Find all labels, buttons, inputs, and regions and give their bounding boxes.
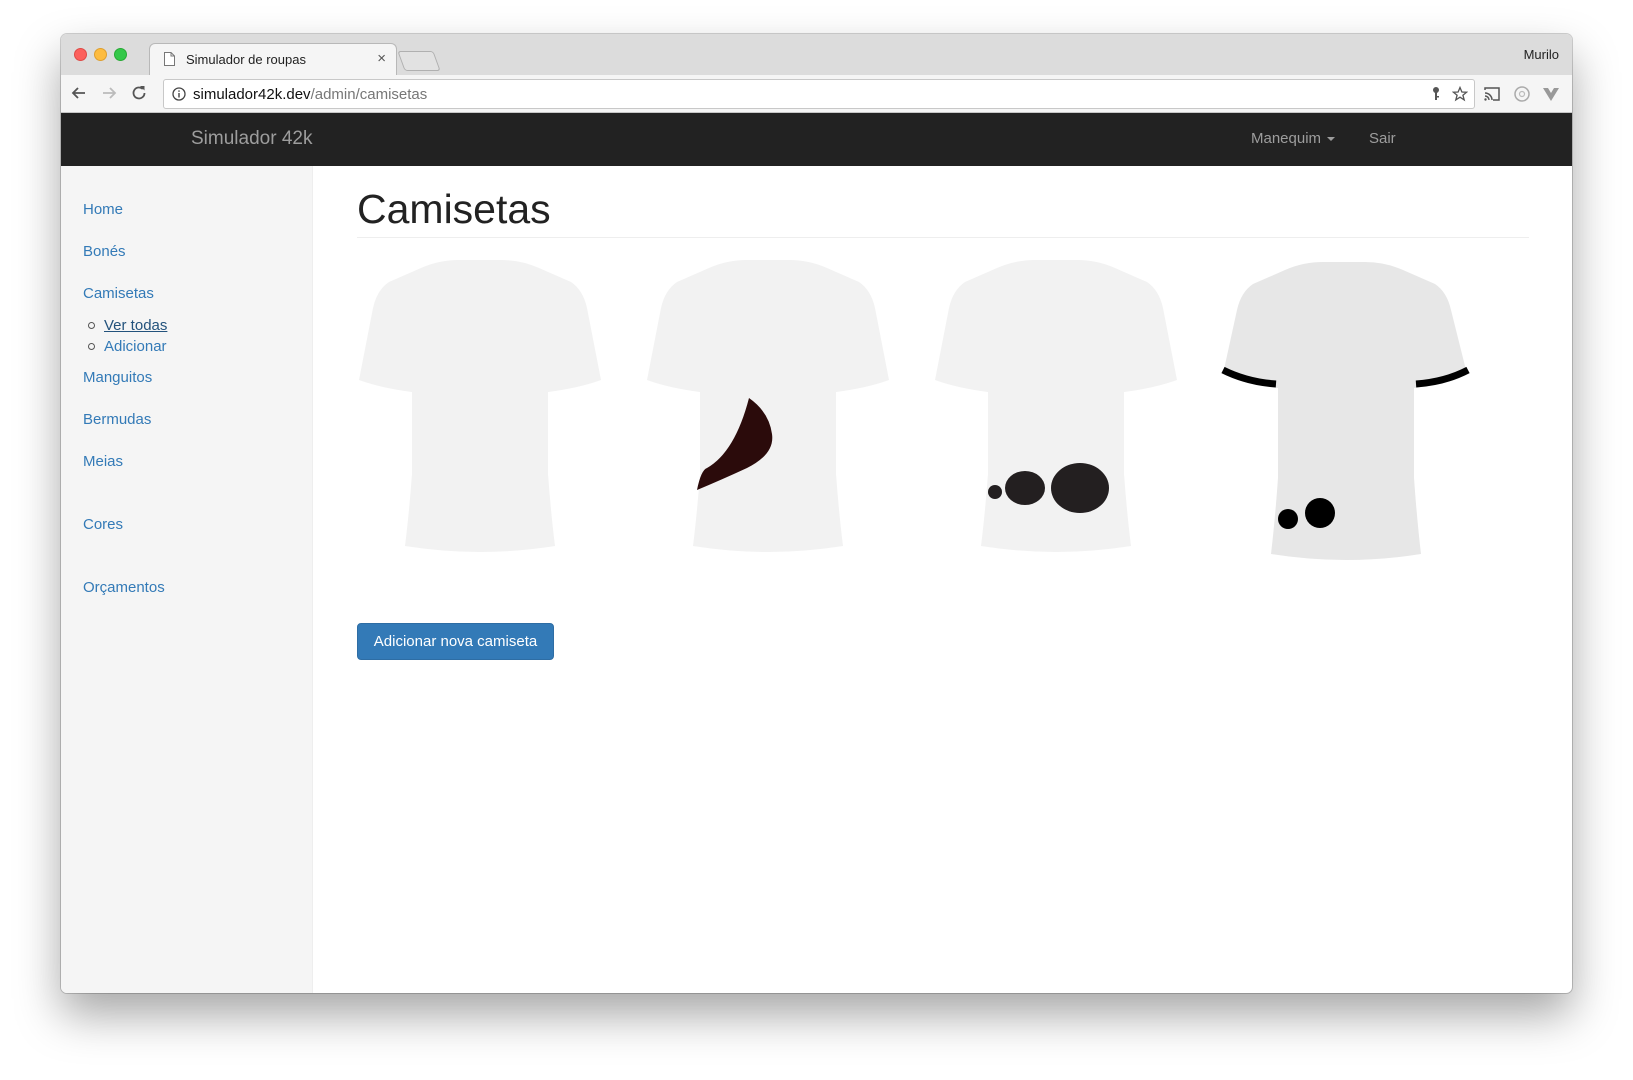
reload-icon[interactable] xyxy=(129,83,149,103)
minimize-window-button[interactable] xyxy=(94,48,107,61)
manequim-dropdown[interactable]: Manequim xyxy=(1251,130,1336,147)
dot-small xyxy=(1278,509,1298,529)
sidebar: Home Bonés Camisetas Ver todas Adicionar… xyxy=(61,166,313,993)
url-host: simulador42k.dev xyxy=(193,86,311,103)
sidebar-subitem-adicionar[interactable]: Adicionar xyxy=(104,338,167,355)
shirt-body xyxy=(647,260,889,552)
sidebar-item-manguitos[interactable]: Manguitos xyxy=(83,369,152,386)
sidebar-item-cores[interactable]: Cores xyxy=(83,516,123,533)
address-bar[interactable]: simulador42k.dev/admin/camisetas xyxy=(163,79,1475,109)
sidebar-subitem-ver-todas[interactable]: Ver todas xyxy=(104,317,167,334)
tab-close-icon[interactable]: × xyxy=(377,50,386,68)
extension-circle-icon[interactable] xyxy=(1513,85,1531,103)
shirt-card-bubbles[interactable] xyxy=(925,256,1189,564)
logout-link[interactable]: Sair xyxy=(1369,130,1396,147)
caret-down-icon xyxy=(1327,137,1336,142)
close-window-button[interactable] xyxy=(74,48,87,61)
url-text[interactable]: simulador42k.dev/admin/camisetas xyxy=(193,86,427,103)
shirt-card-stripes[interactable] xyxy=(1213,256,1477,564)
sidebar-item-orcamentos[interactable]: Orçamentos xyxy=(83,579,165,596)
url-path: /admin/camisetas xyxy=(310,86,428,103)
bubble-medium xyxy=(1005,471,1045,505)
dot-large xyxy=(1305,498,1335,528)
brand-link[interactable]: Simulador 42k xyxy=(191,128,312,150)
sidebar-item-home[interactable]: Home xyxy=(83,201,123,218)
bubble-large xyxy=(1051,463,1109,513)
bookmark-star-icon[interactable] xyxy=(1452,86,1468,102)
sidebar-item-meias[interactable]: Meias xyxy=(83,453,123,470)
manequim-label: Manequim xyxy=(1251,130,1322,147)
shirt-card-swoosh[interactable] xyxy=(637,256,901,564)
shirt-body xyxy=(1223,262,1467,560)
browser-tab[interactable]: Simulador de roupas × xyxy=(149,43,397,75)
document-icon xyxy=(164,52,175,66)
new-tab-button[interactable] xyxy=(397,51,441,71)
tab-title: Simulador de roupas xyxy=(186,52,306,67)
cast-icon[interactable] xyxy=(1483,85,1501,103)
page-title: Camisetas xyxy=(357,186,551,232)
sidebar-item-camisetas[interactable]: Camisetas xyxy=(83,285,154,302)
bubble-small xyxy=(988,485,1002,499)
sidebar-item-bones[interactable]: Bonés xyxy=(83,243,126,260)
add-shirt-button[interactable]: Adicionar nova camiseta xyxy=(357,623,554,660)
maximize-window-button[interactable] xyxy=(114,48,127,61)
profile-name[interactable]: Murilo xyxy=(1524,47,1559,62)
title-divider xyxy=(357,237,1529,238)
tab-strip: Simulador de roupas × Murilo xyxy=(61,34,1572,75)
browser-window: Simulador de roupas × Murilo simulador42… xyxy=(61,34,1572,993)
site-navbar: Simulador 42k Manequim Sair xyxy=(61,113,1572,166)
browser-toolbar: simulador42k.dev/admin/camisetas xyxy=(61,75,1572,113)
sidebar-item-bermudas[interactable]: Bermudas xyxy=(83,411,151,428)
vue-devtools-icon[interactable] xyxy=(1542,85,1560,103)
main-content: Camisetas Adicionar nova camiseta xyxy=(313,166,1572,993)
shirt-body xyxy=(935,260,1177,552)
back-icon[interactable] xyxy=(69,83,89,103)
shirt-body xyxy=(359,260,601,552)
list-bullet xyxy=(88,343,95,350)
info-icon[interactable] xyxy=(172,87,186,101)
shirt-card-plain[interactable] xyxy=(349,256,613,564)
extension-grid-icon[interactable] xyxy=(1571,85,1572,103)
key-icon[interactable] xyxy=(1428,86,1444,102)
forward-icon[interactable] xyxy=(99,83,119,103)
list-bullet xyxy=(88,322,95,329)
